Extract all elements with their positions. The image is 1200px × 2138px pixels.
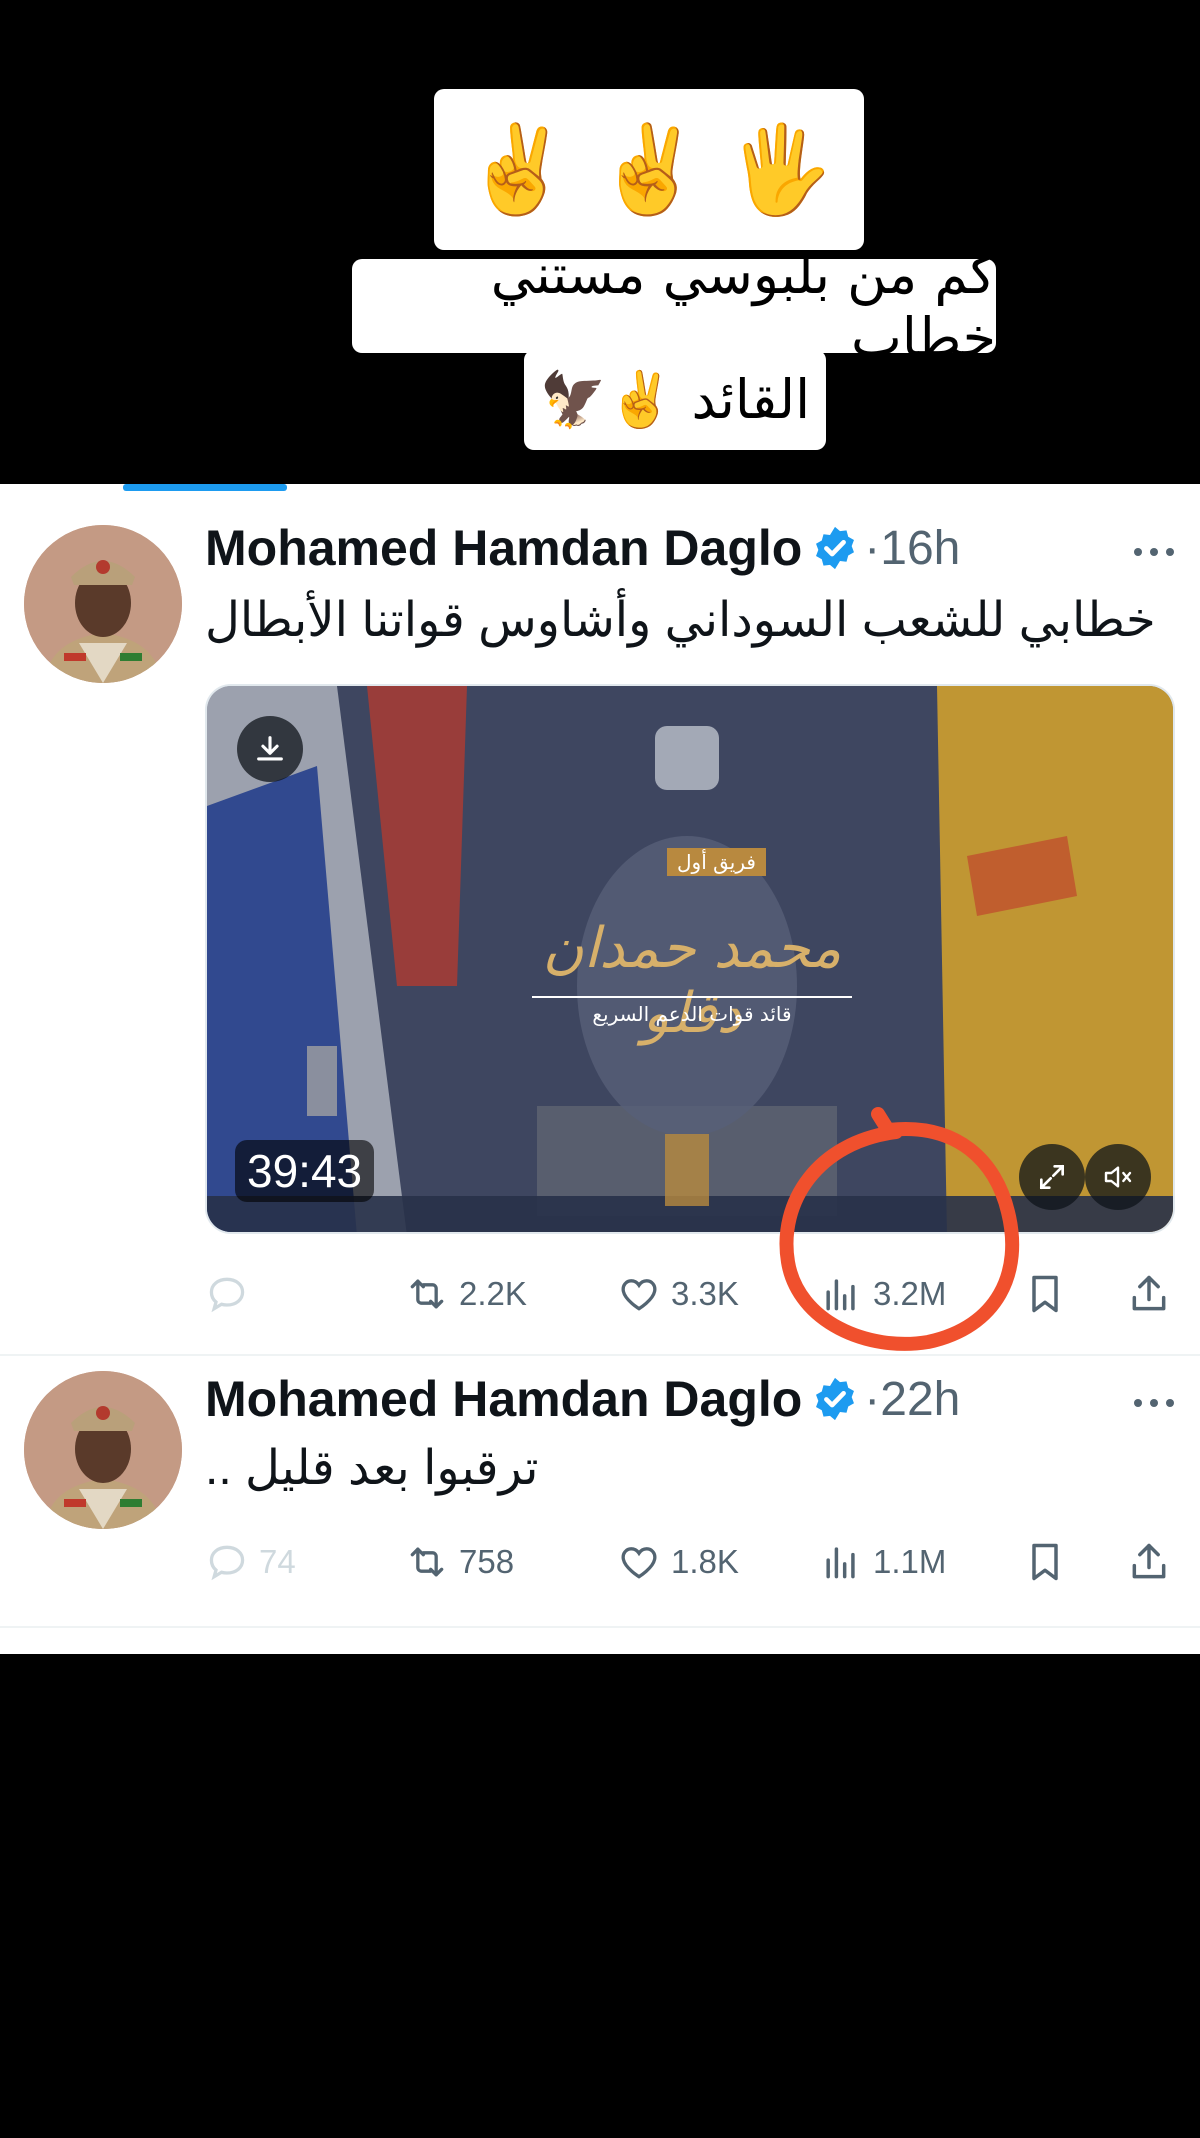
video-title-subtitle: قائد قوات الدعم السريع	[532, 996, 852, 1026]
download-button[interactable]	[237, 716, 303, 782]
author-name[interactable]: Mohamed Hamdan Daglo	[205, 519, 802, 577]
more-icon[interactable]	[1132, 546, 1176, 558]
tweet-header: Mohamed Hamdan Daglo · 16h	[205, 519, 960, 577]
reply-icon	[209, 1545, 245, 1581]
download-icon	[257, 736, 283, 761]
retweet-count: 2.2K	[459, 1275, 527, 1312]
views-button[interactable]: 1.1M	[819, 1532, 946, 1592]
separator-dot: ·	[864, 521, 881, 575]
share-icon	[1132, 1275, 1166, 1311]
emoji-caption: ✌️ ✌️ 🖐️	[434, 89, 864, 250]
like-button[interactable]: 3.3K	[617, 1264, 739, 1324]
like-icon	[621, 1279, 657, 1311]
author-name[interactable]: Mohamed Hamdan Daglo	[205, 1370, 802, 1428]
like-icon	[621, 1547, 657, 1579]
tweet-text: خطابي للشعب السوداني وأشاوس قواتنا الأبط…	[205, 594, 1156, 647]
annotation-circle	[779, 1107, 1020, 1351]
reply-icon	[209, 1277, 245, 1313]
view-count: 1.1M	[873, 1543, 947, 1580]
like-count: 3.3K	[671, 1275, 739, 1312]
reply-button[interactable]	[205, 1264, 259, 1324]
expand-icon	[1040, 1165, 1064, 1189]
caption-text-2: القائد ✌️🦅	[539, 368, 811, 431]
retweet-button[interactable]: 758	[405, 1532, 514, 1592]
tweet-header: Mohamed Hamdan Daglo · 22h	[205, 1370, 960, 1428]
share-button[interactable]	[1127, 1532, 1171, 1592]
raised-hand-emoji: 🖐️	[726, 120, 834, 220]
share-button[interactable]	[1127, 1264, 1171, 1324]
tweet-feed: Mohamed Hamdan Daglo · 16h خطابي للشعب ا…	[0, 484, 1200, 1654]
avatar[interactable]	[24, 1371, 182, 1529]
bookmark-button[interactable]	[1023, 1532, 1067, 1592]
verified-icon	[816, 526, 855, 570]
reply-button[interactable]: 74	[205, 1532, 296, 1592]
tweet-actions: 74 758 1.8K 1.1M	[205, 1532, 1175, 1592]
retweet-count: 758	[459, 1543, 515, 1580]
share-icon	[1132, 1543, 1166, 1579]
mute-icon	[1104, 1166, 1132, 1188]
retweet-icon	[410, 1279, 444, 1309]
more-icon[interactable]	[1132, 1397, 1176, 1409]
caption-line-2: القائد ✌️🦅	[524, 350, 826, 450]
tweet-text: ترقبوا بعد قليل ..	[205, 1442, 539, 1495]
timestamp[interactable]: 22h	[880, 1372, 960, 1427]
timestamp[interactable]: 16h	[880, 521, 960, 576]
mute-button[interactable]	[1085, 1144, 1151, 1210]
like-button[interactable]: 1.8K	[617, 1532, 739, 1592]
reply-count: 74	[259, 1543, 296, 1580]
bookmark-icon	[1032, 1543, 1058, 1581]
caption-line-1: كم من بلبوسي مستني خطاب	[352, 243, 996, 369]
like-count: 1.8K	[671, 1543, 739, 1580]
victory-hand-emoji: ✌️	[595, 120, 703, 220]
victory-hand-emoji: ✌️	[464, 120, 572, 220]
retweet-button[interactable]: 2.2K	[405, 1264, 527, 1324]
retweet-icon	[410, 1547, 444, 1577]
verified-icon	[816, 1377, 855, 1421]
avatar[interactable]	[24, 525, 182, 683]
tweet[interactable]: Mohamed Hamdan Daglo · 22h ترقبوا بعد قل…	[0, 1356, 1200, 1628]
views-icon	[826, 1547, 855, 1579]
video-duration: 39:43	[235, 1140, 375, 1202]
video-title-name: محمد حمدان دقلو	[542, 916, 842, 1046]
separator-dot: ·	[864, 1372, 881, 1426]
video-title-rank: فريق أول	[667, 848, 766, 876]
